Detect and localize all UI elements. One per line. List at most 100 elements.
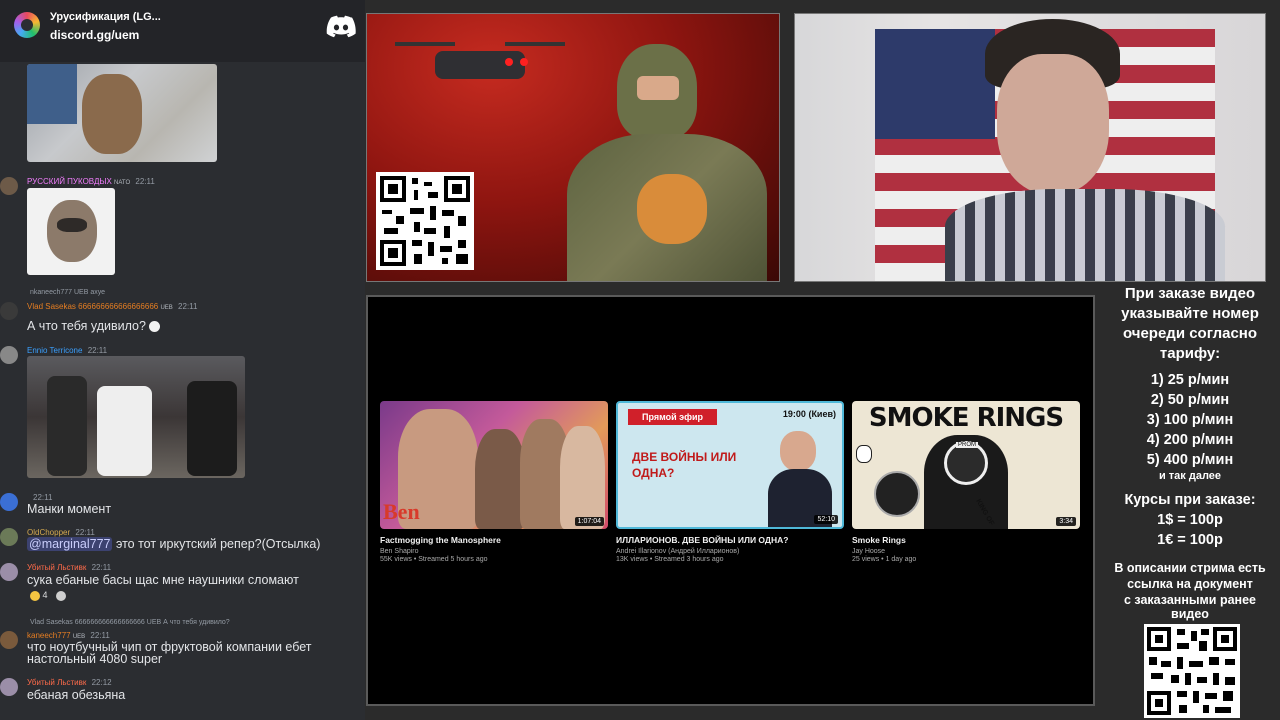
laugh-emoji-icon — [30, 590, 40, 601]
note-line: В описании стрима есть — [1114, 561, 1266, 575]
role-badge: UEB — [160, 305, 173, 311]
video-card[interactable]: Ben 1:07:04 Factmogging the Manosphere B… — [380, 401, 608, 563]
video-meta: 55K views • Streamed 5 hours ago — [380, 556, 488, 563]
timestamp: 22:11 — [178, 302, 198, 311]
username[interactable]: Ennio Terricone — [27, 346, 82, 355]
message-text: Манки момент — [27, 502, 112, 516]
timestamp: 22:11 — [75, 528, 95, 537]
timestamp: 22:12 — [91, 678, 112, 687]
video-thumbnail[interactable]: SMOKE RINGS PROM KING OF 3:34 — [852, 401, 1080, 529]
qr-code[interactable] — [1144, 624, 1240, 718]
message-author-line: Убитый Льстивк 22:12 — [27, 678, 112, 687]
exchange-label: Курсы при заказе: — [1124, 492, 1256, 508]
avatar[interactable] — [0, 563, 18, 581]
timestamp: 22:11 — [90, 631, 110, 640]
instruction-line: При заказе видео — [1124, 285, 1256, 302]
thumbnail-text: Ben — [383, 499, 420, 524]
instruction-line: указывайте номер — [1121, 305, 1259, 322]
youtube-video-panel: Ben 1:07:04 Factmogging the Manosphere B… — [366, 295, 1095, 706]
timestamp: 22:11 — [33, 493, 53, 502]
server-invite[interactable]: discord.gg/uem — [50, 28, 139, 42]
thumbnail-tag: PROM — [956, 442, 978, 448]
message-author-line: Ennio Terricone 22:11 — [27, 346, 107, 355]
webcam-panel — [794, 13, 1266, 282]
video-channel[interactable]: Ben Shapiro — [380, 548, 608, 555]
thumbnail-title: SMOKE RINGS — [868, 403, 1064, 433]
skull-icon — [856, 445, 872, 463]
sticker-raccoon[interactable] — [27, 188, 115, 275]
avatar[interactable] — [0, 493, 18, 511]
chat-header: Урусификация (LG... discord.gg/uem — [0, 0, 365, 62]
avatar[interactable] — [0, 346, 18, 364]
video-title[interactable]: Factmogging the Manosphere — [380, 535, 608, 545]
video-channel[interactable]: Jay Hoose — [852, 548, 1080, 555]
reply-reference[interactable]: nkaneech777 UEB ахуе — [30, 289, 105, 296]
video-duration: 52:10 — [814, 515, 838, 524]
avatar[interactable] — [0, 528, 18, 546]
reaction-count: 4 — [42, 590, 48, 600]
avatar[interactable] — [0, 177, 18, 195]
video-duration: 1:07:04 — [574, 517, 604, 526]
discord-icon — [326, 15, 356, 38]
timestamp: 22:11 — [87, 346, 108, 355]
username[interactable]: РУССКИЙ ПУКОВДЫХ — [27, 177, 112, 186]
rate-list: 1) 25 р/мин 2) 50 р/мин 3) 100 р/мин 4) … — [1100, 370, 1280, 482]
message-author-line: OldChopper 22:11 — [27, 528, 95, 537]
username[interactable]: kaneech777 — [27, 631, 71, 640]
avatar[interactable] — [0, 631, 18, 649]
rate-more: и так далее — [1158, 470, 1222, 482]
role-badge: NATO — [114, 180, 131, 186]
video-thumbnail[interactable]: Ben 1:07:04 — [380, 401, 608, 529]
reaction-emoji-icon — [56, 590, 67, 601]
promo-art-panel — [366, 13, 780, 282]
username[interactable]: Vlad Sasekas 666666666666666666 — [27, 302, 158, 311]
video-title[interactable]: Smoke Rings — [852, 535, 1080, 545]
note-line: ссылка на документ — [1127, 577, 1253, 591]
order-instructions: При заказе видео указывайте номер очеред… — [1100, 284, 1280, 364]
server-icon[interactable] — [14, 12, 40, 38]
avatar[interactable] — [0, 302, 18, 320]
reply-reference[interactable]: Vlad Sasekas 666666666666666666 UEB А чт… — [30, 619, 230, 626]
username[interactable]: OldChopper — [27, 528, 70, 537]
video-duration: 3:34 — [1056, 517, 1076, 526]
video-card[interactable]: Прямой эфир 19:00 (Киев) ДВЕ ВОЙНЫ ИЛИ О… — [616, 401, 844, 563]
instruction-line: тарифу: — [1159, 345, 1221, 362]
video-card[interactable]: SMOKE RINGS PROM KING OF 3:34 Smoke Ring… — [852, 401, 1080, 563]
note-line: видео — [1171, 607, 1209, 621]
username[interactable]: Убитый Льстивк — [27, 563, 86, 572]
stream-layout: Урусификация (LG... discord.gg/uem РУССК… — [0, 0, 1280, 720]
timestamp: 22:11 — [91, 563, 112, 572]
exchange-rates: Курсы при заказе: 1$ = 100р 1€ = 100р — [1100, 490, 1280, 550]
message-author-line: kaneech777 UEB 22:11 — [27, 631, 110, 640]
avatar[interactable] — [0, 678, 18, 696]
message-body: это тот иркутский репер?(Отсылка) — [115, 537, 321, 551]
message-text: ебаная обезьяна — [27, 688, 126, 702]
rate-item: 3) 100 р/мин — [1146, 412, 1234, 428]
video-thumbnail[interactable]: Прямой эфир 19:00 (Киев) ДВЕ ВОЙНЫ ИЛИ О… — [616, 401, 844, 529]
reaction-pill[interactable]: 4 — [30, 590, 67, 601]
discord-chat-panel: Урусификация (LG... discord.gg/uem РУССК… — [0, 0, 365, 720]
gif-attachment-monkey[interactable] — [27, 64, 217, 162]
username[interactable]: Убитый Льстивк — [27, 678, 86, 687]
message-body: А что тебя удивило? — [27, 319, 146, 333]
gif-attachment-crowd[interactable] — [27, 356, 245, 478]
rate-item: 2) 50 р/мин — [1150, 392, 1230, 408]
server-name: Урусификация (LG... — [50, 11, 161, 23]
message-author-line: Убитый Льстивк 22:11 — [27, 563, 111, 572]
live-label: Прямой эфир — [628, 409, 718, 425]
timestamp: 22:11 — [135, 177, 155, 186]
video-title[interactable]: ИЛЛАРИОНОВ. ДВЕ ВОЙНЫ ИЛИ ОДНА? — [616, 535, 844, 545]
message-text: @marginal777 это тот иркутский репер?(От… — [27, 537, 320, 551]
message-author-line: Vlad Sasekas 666666666666666666 UEB 22:1… — [27, 302, 197, 311]
qr-pattern-icon — [380, 176, 470, 266]
user-mention[interactable]: @marginal777 — [27, 537, 113, 551]
message-author-line: 22:11 — [30, 493, 52, 502]
video-channel[interactable]: Andrei Illarionov (Андрей Илларионов) — [616, 548, 844, 555]
message-text: А что тебя удивило? — [27, 319, 161, 333]
thumbnail-title: ДВЕ ВОЙНЫ ИЛИ ОДНА? — [632, 450, 737, 480]
instruction-line: очереди согласно — [1122, 325, 1258, 342]
rate-item: 1) 25 р/мин — [1150, 372, 1230, 388]
qr-code[interactable] — [376, 172, 474, 270]
person-silhouette — [945, 14, 1225, 281]
rate-item: 4) 200 р/мин — [1146, 432, 1234, 448]
